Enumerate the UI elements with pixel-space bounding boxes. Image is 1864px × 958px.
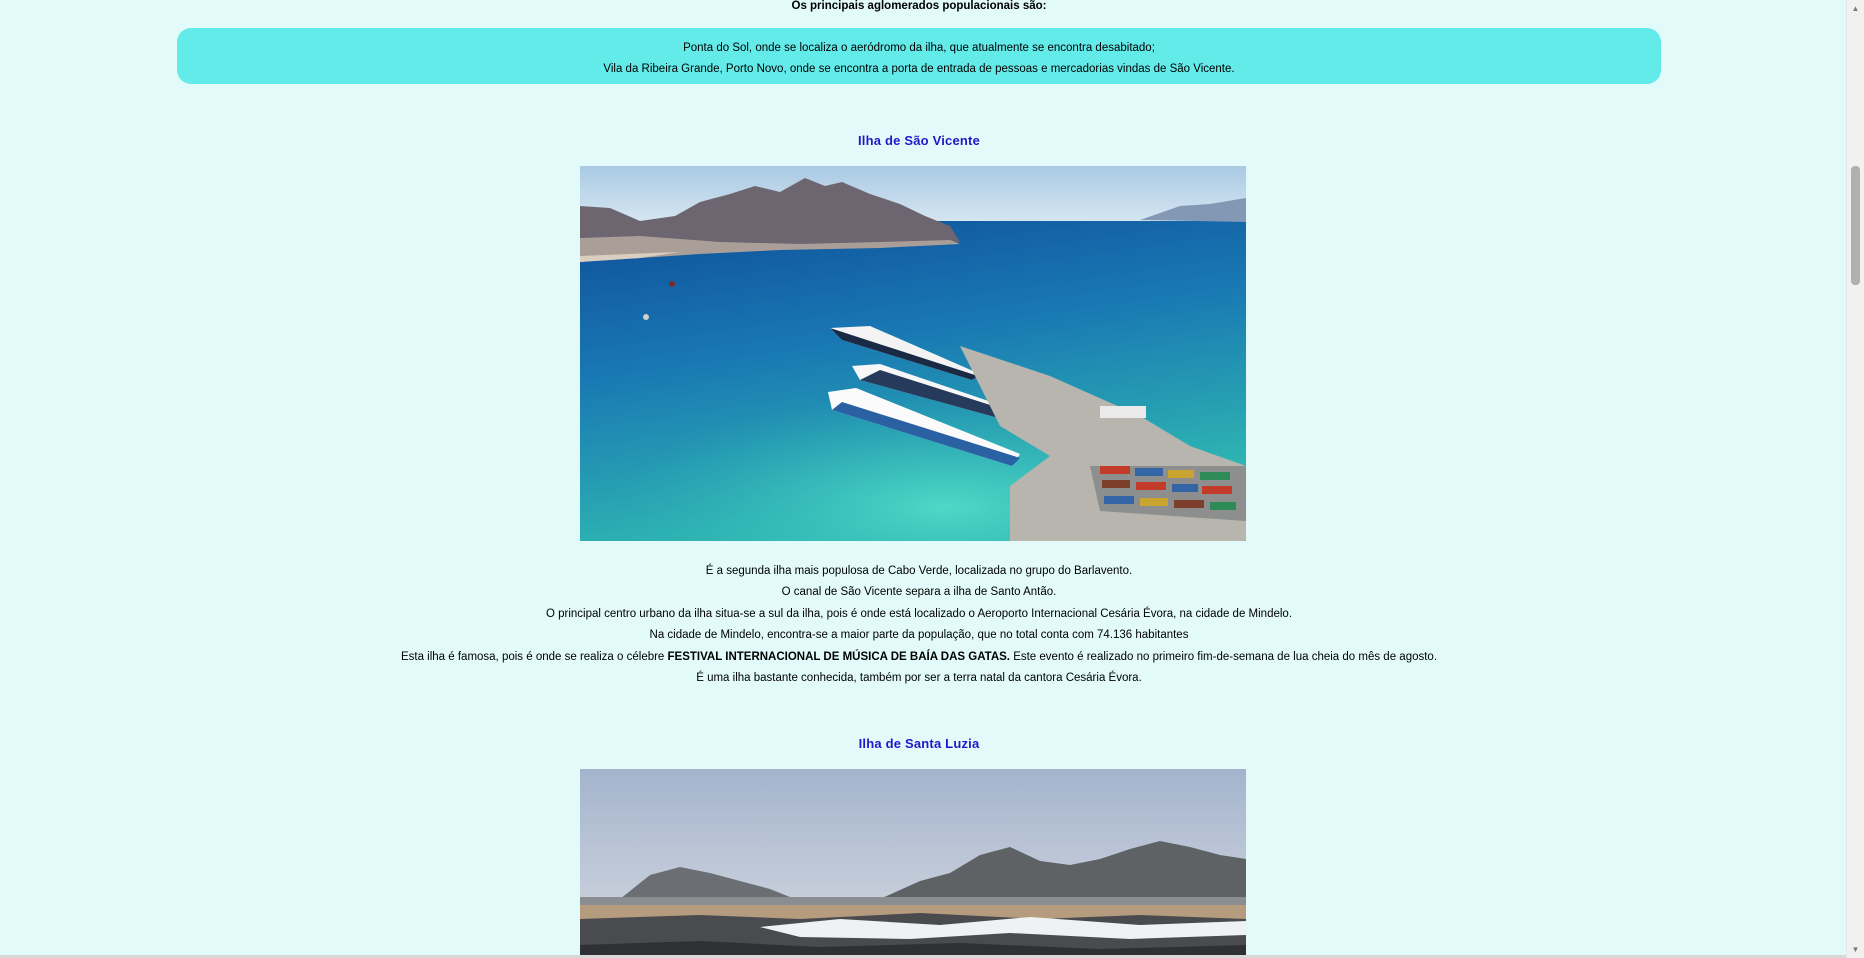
web-page: Os principais aglomerados populacionais … bbox=[0, 0, 1864, 958]
scrollbar-thumb[interactable] bbox=[1851, 166, 1860, 285]
vertical-scrollbar[interactable]: ▲ ▼ bbox=[1846, 0, 1864, 958]
sao-vicente-harbor-image bbox=[580, 166, 1246, 541]
festival-name: FESTIVAL INTERNACIONAL DE MÚSICA DE BAÍA… bbox=[667, 650, 1010, 663]
sao-vicente-description: É a segunda ilha mais populosa de Cabo V… bbox=[0, 561, 1838, 689]
paragraph: O principal centro urbano da ilha situa-… bbox=[545, 607, 1293, 620]
page-content: Os principais aglomerados populacionais … bbox=[0, 0, 1846, 958]
paragraph: É a segunda ilha mais populosa de Cabo V… bbox=[705, 565, 1133, 577]
population-heading: Os principais aglomerados populacionais … bbox=[791, 0, 1047, 12]
santa-luzia-title: Ilha de Santa Luzia bbox=[858, 736, 980, 751]
scroll-down-arrow-icon[interactable]: ▼ bbox=[1847, 941, 1864, 958]
paragraph: O canal de São Vicente separa a ilha de … bbox=[781, 586, 1057, 599]
festival-paragraph: Esta ilha é famosa, pois é onde se reali… bbox=[0, 647, 1838, 668]
population-center-item: Vila da Ribeira Grande, Porto Novo, onde… bbox=[603, 63, 1235, 75]
population-center-item: Ponta do Sol, onde se localiza o aeródro… bbox=[683, 42, 1155, 54]
santa-luzia-coast-image bbox=[580, 769, 1246, 958]
scroll-up-arrow-icon[interactable]: ▲ bbox=[1847, 0, 1864, 17]
festival-text: Esta ilha é famosa, pois é onde se reali… bbox=[400, 650, 668, 663]
paragraph: É uma ilha bastante conhecida, também po… bbox=[696, 672, 1142, 685]
paragraph: Na cidade de Mindelo, encontra-se a maio… bbox=[649, 629, 1189, 642]
sao-vicente-title: Ilha de São Vicente bbox=[857, 133, 981, 148]
festival-text: Este evento é realizado no primeiro fim-… bbox=[1010, 650, 1438, 663]
population-centers-box: Ponta do Sol, onde se localiza o aeródro… bbox=[177, 28, 1661, 84]
